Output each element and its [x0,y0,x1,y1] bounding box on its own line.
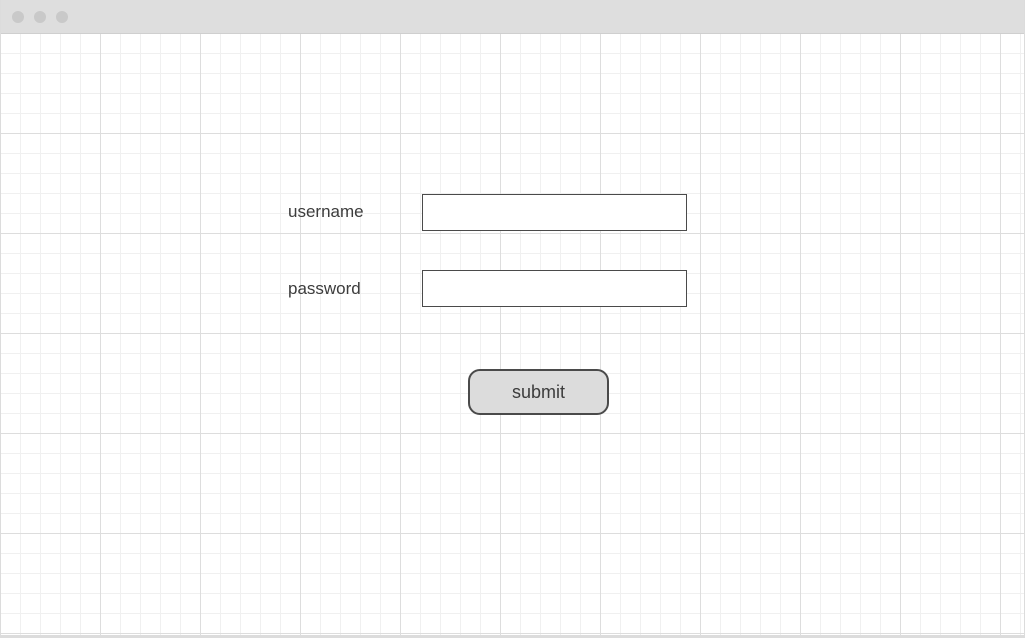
submit-button[interactable]: submit [468,369,609,415]
password-label: password [288,279,361,298]
username-field[interactable] [422,194,687,231]
username-label: username [288,202,364,221]
grid-canvas: username password submit [1,34,1024,635]
window-close-dot[interactable] [12,11,24,23]
window-minimize-dot[interactable] [34,11,46,23]
password-field[interactable] [422,270,687,307]
window-maximize-dot[interactable] [56,11,68,23]
window-titlebar [1,0,1024,34]
browser-window: username password submit [0,0,1025,638]
